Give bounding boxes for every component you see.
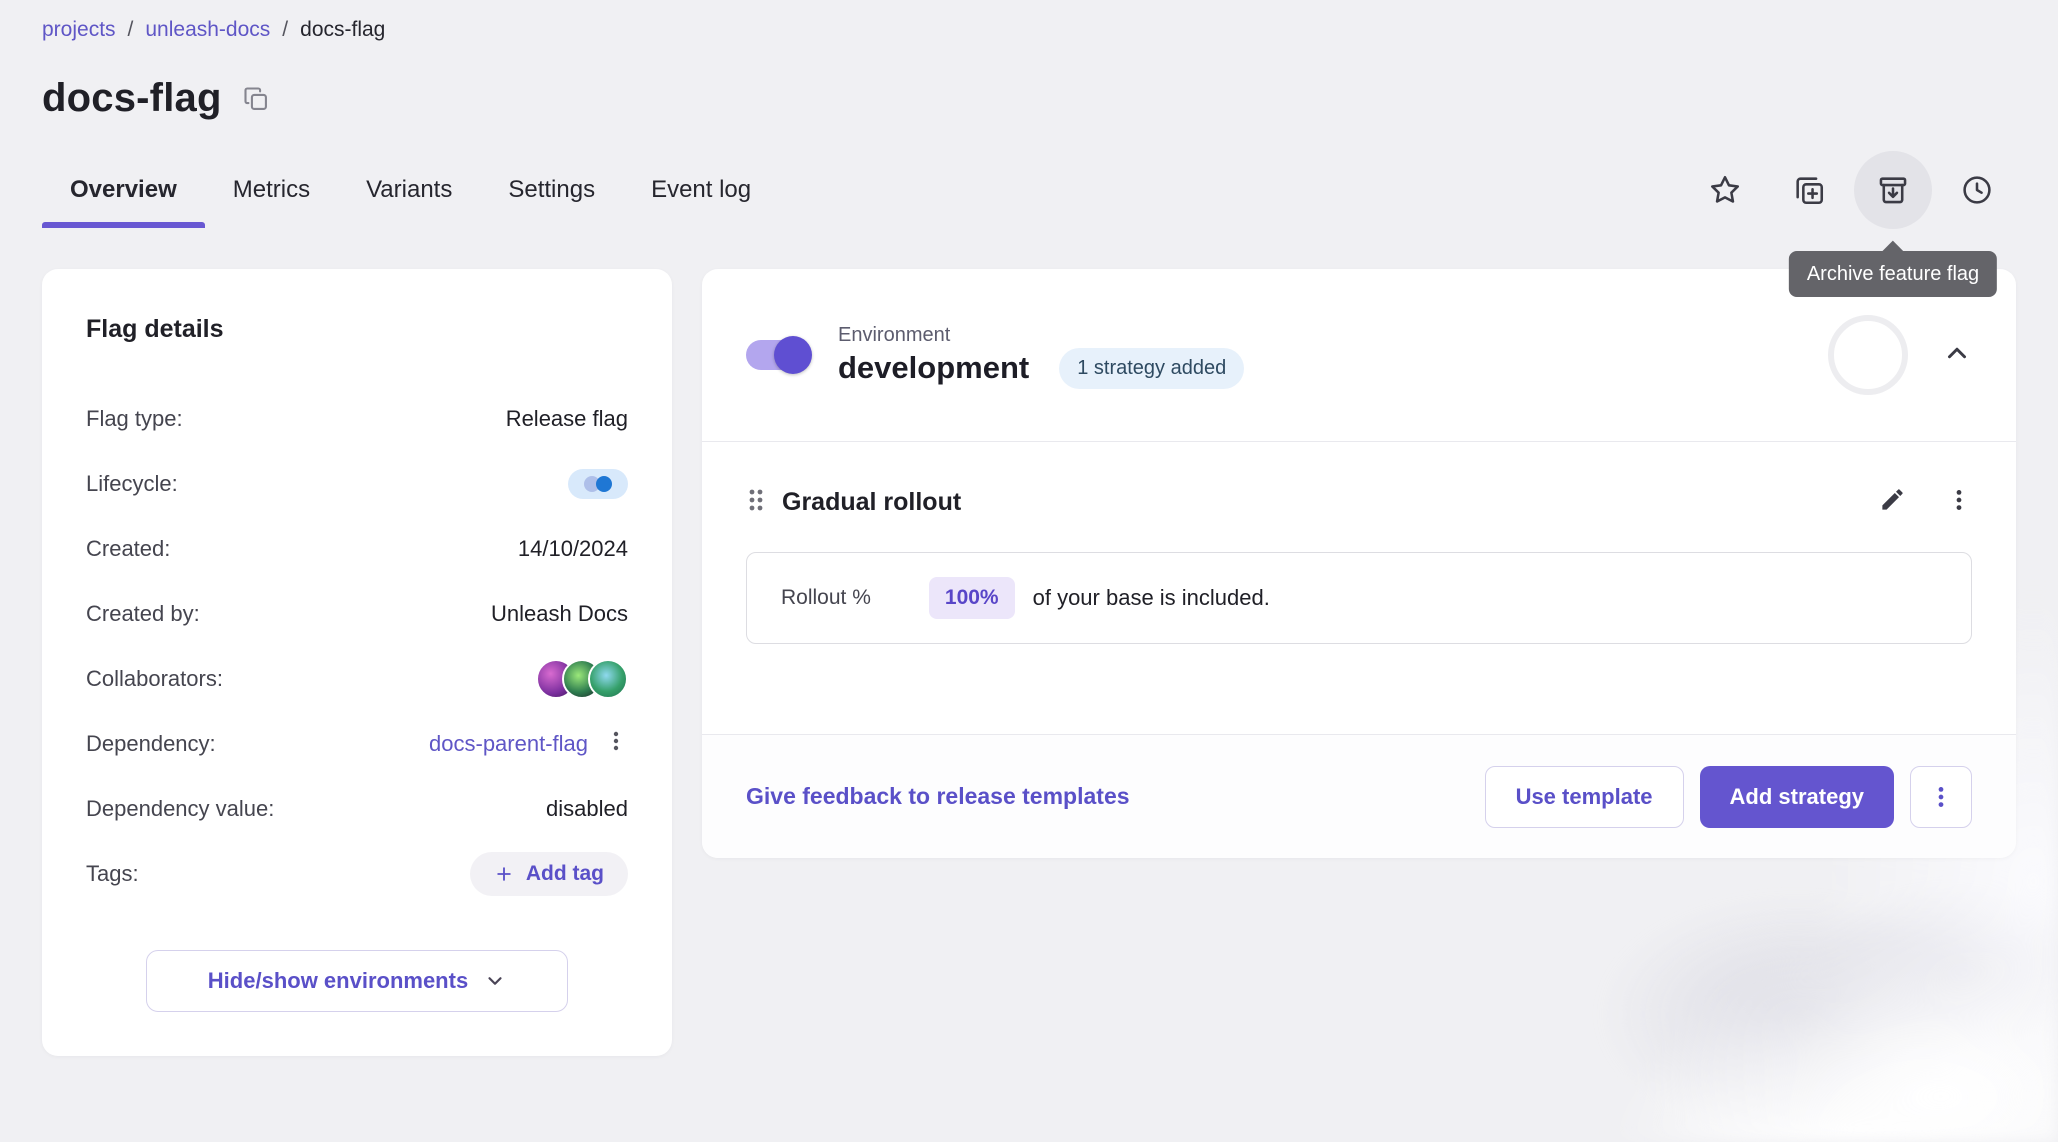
breadcrumb-separator: / [128,18,134,42]
dependency-link[interactable]: docs-parent-flag [429,731,588,757]
detail-row-dependency-value: Dependency value: disabled [86,776,628,841]
hide-show-environments-button[interactable]: Hide/show environments [146,950,568,1012]
detail-row-flag-type: Flag type: Release flag [86,386,628,451]
dependency-label: Dependency: [86,731,216,757]
tab-event-log[interactable]: Event log [623,152,779,228]
add-tag-label: Add tag [526,862,604,886]
page-title: docs-flag [42,76,222,121]
lifecycle-label: Lifecycle: [86,471,178,497]
dependency-value-label: Dependency value: [86,796,274,822]
created-by-value: Unleash Docs [491,601,628,627]
main-content: Flag details Flag type: Release flag Lif… [0,229,2058,1056]
detail-row-collaborators: Collaborators: [86,646,628,711]
created-by-label: Created by: [86,601,200,627]
strategy-header: Gradual rollout [746,486,1972,518]
tags-label: Tags: [86,861,139,887]
collaborators-label: Collaborators: [86,666,223,692]
rollout-label: Rollout % [781,586,871,610]
title-row: docs-flag [0,42,2058,121]
tabs-row: Overview Metrics Variants Settings Event… [0,151,2058,229]
event-history-icon[interactable] [1938,151,2016,229]
strategy-count-badge: 1 strategy added [1059,348,1244,389]
flag-toolbar: Archive feature flag [1686,151,2016,229]
archive-tooltip: Archive feature flag [1789,251,1997,297]
created-value: 14/10/2024 [518,536,628,562]
chevron-down-icon [484,970,506,992]
tab-bar: Overview Metrics Variants Settings Event… [42,152,779,228]
collapse-environment-icon[interactable] [1942,338,1972,373]
flag-details-title: Flag details [86,315,628,344]
avatar [588,659,628,699]
favorite-star-icon[interactable] [1686,151,1764,229]
breadcrumb-project[interactable]: unleash-docs [145,18,270,42]
archive-flag-icon[interactable]: Archive feature flag [1854,151,1932,229]
detail-row-dependency: Dependency: docs-parent-flag [86,711,628,776]
strategy-menu-icon[interactable] [1946,487,1972,518]
rollout-percentage-badge: 100% [929,577,1015,619]
add-strategy-button[interactable]: Add strategy [1700,766,1894,828]
environment-toggle[interactable] [746,340,810,370]
detail-row-tags: Tags: Add tag [86,841,628,906]
environment-label: Environment [838,324,1029,347]
lifecycle-stage-icon[interactable] [568,469,628,499]
environment-card: Environment development 1 strategy added [702,269,2016,858]
hide-show-label: Hide/show environments [208,968,468,994]
collaborator-avatars [536,659,628,699]
use-template-button[interactable]: Use template [1485,766,1684,828]
tab-metrics[interactable]: Metrics [205,152,338,228]
drag-handle-icon[interactable] [746,487,766,518]
dependency-menu-icon[interactable] [604,729,628,759]
tab-settings[interactable]: Settings [480,152,623,228]
rollout-description: of your base is included. [1033,585,1270,611]
detail-row-lifecycle: Lifecycle: [86,451,628,516]
strategy-section: Gradual rollout [702,442,2016,644]
breadcrumb-separator: / [282,18,288,42]
copy-flag-icon[interactable] [1770,151,1848,229]
detail-row-created-by: Created by: Unleash Docs [86,581,628,646]
strategy-title: Gradual rollout [782,488,961,517]
copy-name-icon[interactable] [242,85,270,113]
created-label: Created: [86,536,170,562]
metrics-progress-ring [1828,315,1908,395]
environment-footer: Give feedback to release templates Use t… [702,734,2016,858]
environment-menu-button[interactable] [1910,766,1972,828]
rollout-summary-box: Rollout % 100% of your base is included. [746,552,1972,644]
add-tag-button[interactable]: Add tag [470,852,628,896]
flag-details-card: Flag details Flag type: Release flag Lif… [42,269,672,1056]
environment-name: development [838,350,1029,386]
tab-variants[interactable]: Variants [338,152,480,228]
edit-strategy-icon[interactable] [1879,486,1906,518]
lifecycle-dot-active [596,476,612,492]
tab-overview[interactable]: Overview [42,152,205,228]
breadcrumb-current: docs-flag [300,18,385,42]
flag-type-label: Flag type: [86,406,183,432]
detail-row-created: Created: 14/10/2024 [86,516,628,581]
plus-icon [494,864,514,884]
flag-type-value: Release flag [506,406,628,432]
dependency-value-value: disabled [546,796,628,822]
feature-flag-page: projects / unleash-docs / docs-flag docs… [0,0,2058,1056]
toggle-knob [774,336,812,374]
release-templates-feedback-link[interactable]: Give feedback to release templates [746,783,1130,810]
kebab-menu-icon [1928,784,1954,810]
breadcrumb-projects[interactable]: projects [42,18,116,42]
breadcrumb: projects / unleash-docs / docs-flag [0,0,2058,42]
